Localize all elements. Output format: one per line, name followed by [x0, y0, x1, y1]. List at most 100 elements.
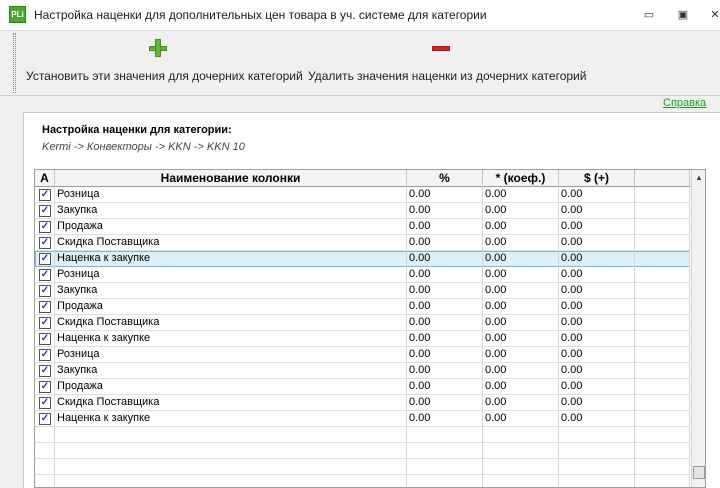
check-cell[interactable]	[35, 427, 55, 443]
check-cell[interactable]: ✓	[35, 363, 55, 379]
column-name-cell[interactable]: Закупка	[55, 363, 407, 379]
empty-row[interactable]	[35, 443, 690, 459]
row-checkbox[interactable]: ✓	[39, 237, 51, 249]
percent-cell[interactable]: 0.00	[407, 267, 483, 283]
plus-cell[interactable]: 0.00	[559, 267, 635, 283]
coef-cell[interactable]: 0.00	[483, 235, 559, 251]
check-cell[interactable]	[35, 459, 55, 475]
column-name-cell[interactable]: Розница	[55, 347, 407, 363]
table-row[interactable]: ✓ Скидка Поставщика 0.00 0.00 0.00	[35, 235, 690, 251]
column-name-cell[interactable]: Продажа	[55, 379, 407, 395]
column-name-cell[interactable]: Наценка к закупке	[55, 411, 407, 427]
empty-row[interactable]	[35, 427, 690, 443]
coef-cell[interactable]: 0.00	[483, 267, 559, 283]
coef-cell[interactable]: 0.00	[483, 251, 559, 267]
table-row[interactable]: ✓ Продажа 0.00 0.00 0.00	[35, 219, 690, 235]
table-row[interactable]: ✓ Розница 0.00 0.00 0.00	[35, 187, 690, 203]
coef-cell[interactable]: 0.00	[483, 203, 559, 219]
check-cell[interactable]: ✓	[35, 267, 55, 283]
column-name-cell[interactable]: Закупка	[55, 283, 407, 299]
empty-row[interactable]	[35, 459, 690, 475]
percent-cell[interactable]: 0.00	[407, 187, 483, 203]
plus-cell[interactable]: 0.00	[559, 187, 635, 203]
plus-cell[interactable]: 0.00	[559, 283, 635, 299]
check-cell[interactable]: ✓	[35, 395, 55, 411]
percent-cell[interactable]: 0.00	[407, 299, 483, 315]
percent-cell[interactable]: 0.00	[407, 331, 483, 347]
column-name-cell[interactable]: Розница	[55, 267, 407, 283]
coef-cell[interactable]: 0.00	[483, 395, 559, 411]
coef-cell[interactable]: 0.00	[483, 283, 559, 299]
check-cell[interactable]: ✓	[35, 203, 55, 219]
coef-cell[interactable]: 0.00	[483, 299, 559, 315]
plus-cell[interactable]: 0.00	[559, 235, 635, 251]
row-checkbox[interactable]: ✓	[39, 221, 51, 233]
row-checkbox[interactable]: ✓	[39, 301, 51, 313]
table-row[interactable]: ✓ Наценка к закупке 0.00 0.00 0.00	[35, 331, 690, 347]
row-checkbox[interactable]: ✓	[39, 333, 51, 345]
percent-cell[interactable]: 0.00	[407, 235, 483, 251]
check-cell[interactable]: ✓	[35, 331, 55, 347]
coef-cell[interactable]: 0.00	[483, 331, 559, 347]
plus-cell[interactable]: 0.00	[559, 363, 635, 379]
check-cell[interactable]	[35, 443, 55, 459]
column-header-name[interactable]: Наименование колонки	[55, 170, 407, 187]
row-checkbox[interactable]: ✓	[39, 205, 51, 217]
column-name-cell[interactable]: Продажа	[55, 219, 407, 235]
percent-cell[interactable]: 0.00	[407, 363, 483, 379]
column-name-cell[interactable]: Розница	[55, 187, 407, 203]
column-header-plus[interactable]: $ (+)	[559, 170, 635, 187]
table-row[interactable]: ✓ Продажа 0.00 0.00 0.00	[35, 299, 690, 315]
row-checkbox[interactable]: ✓	[39, 413, 51, 425]
table-row[interactable]: ✓ Закупка 0.00 0.00 0.00	[35, 203, 690, 219]
check-cell[interactable]: ✓	[35, 411, 55, 427]
row-checkbox[interactable]: ✓	[39, 381, 51, 393]
column-name-cell[interactable]: Скидка Поставщика	[55, 235, 407, 251]
plus-cell[interactable]: 0.00	[559, 331, 635, 347]
column-name-cell[interactable]: Наценка к закупке	[55, 331, 407, 347]
table-row[interactable]: ✓ Скидка Поставщика 0.00 0.00 0.00	[35, 395, 690, 411]
coef-cell[interactable]: 0.00	[483, 379, 559, 395]
check-cell[interactable]: ✓	[35, 283, 55, 299]
help-link[interactable]: Справка	[663, 97, 706, 109]
percent-cell[interactable]: 0.00	[407, 347, 483, 363]
coef-cell[interactable]: 0.00	[483, 411, 559, 427]
table-row[interactable]: ✓ Закупка 0.00 0.00 0.00	[35, 363, 690, 379]
maximize-button[interactable]: ▣	[668, 4, 698, 26]
percent-cell[interactable]: 0.00	[407, 379, 483, 395]
row-checkbox[interactable]: ✓	[39, 285, 51, 297]
plus-cell[interactable]: 0.00	[559, 251, 635, 267]
row-checkbox[interactable]: ✓	[39, 365, 51, 377]
table-row[interactable]: ✓ Скидка Поставщика 0.00 0.00 0.00	[35, 315, 690, 331]
percent-cell[interactable]: 0.00	[407, 283, 483, 299]
table-row[interactable]: ✓ Розница 0.00 0.00 0.00	[35, 347, 690, 363]
table-row[interactable]: ✓ Продажа 0.00 0.00 0.00	[35, 379, 690, 395]
check-cell[interactable]: ✓	[35, 347, 55, 363]
percent-cell[interactable]: 0.00	[407, 219, 483, 235]
minimize-button[interactable]: ▭	[634, 4, 664, 26]
row-checkbox[interactable]: ✓	[39, 397, 51, 409]
table-row[interactable]: ✓ Розница 0.00 0.00 0.00	[35, 267, 690, 283]
scroll-up-icon[interactable]: ▲	[692, 170, 705, 185]
scroll-thumb[interactable]	[693, 466, 705, 479]
close-button[interactable]: ✕	[700, 4, 720, 26]
coef-cell[interactable]: 0.00	[483, 219, 559, 235]
table-row[interactable]: ✓ Закупка 0.00 0.00 0.00	[35, 283, 690, 299]
percent-cell[interactable]: 0.00	[407, 411, 483, 427]
check-cell[interactable]: ✓	[35, 315, 55, 331]
set-child-values-button[interactable]: Установить эти значения для дочерних кат…	[24, 35, 303, 87]
row-checkbox[interactable]: ✓	[39, 269, 51, 281]
check-cell[interactable]: ✓	[35, 219, 55, 235]
row-checkbox[interactable]: ✓	[39, 189, 51, 201]
column-name-cell[interactable]: Продажа	[55, 299, 407, 315]
plus-cell[interactable]: 0.00	[559, 411, 635, 427]
coef-cell[interactable]: 0.00	[483, 315, 559, 331]
percent-cell[interactable]: 0.00	[407, 395, 483, 411]
check-cell[interactable]: ✓	[35, 299, 55, 315]
check-cell[interactable]	[35, 475, 55, 487]
column-name-cell[interactable]: Закупка	[55, 203, 407, 219]
plus-cell[interactable]: 0.00	[559, 203, 635, 219]
plus-cell[interactable]: 0.00	[559, 395, 635, 411]
table-row[interactable]: ✓ Наценка к закупке 0.00 0.00 0.00	[35, 411, 690, 427]
column-name-cell[interactable]: Скидка Поставщика	[55, 395, 407, 411]
